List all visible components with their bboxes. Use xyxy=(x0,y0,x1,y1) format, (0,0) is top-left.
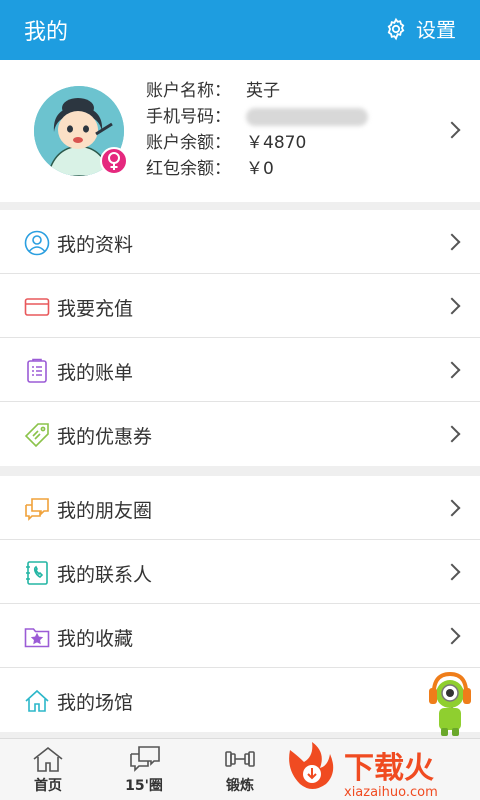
account-name-label: 账户名称： xyxy=(146,81,231,101)
page-title: 我的 xyxy=(24,20,69,45)
redpacket-row: 红包余额： ￥0 xyxy=(146,156,368,182)
female-icon xyxy=(108,152,120,170)
menu-item-contacts[interactable]: 我的联系人 xyxy=(0,540,480,604)
settings-label: 设置 xyxy=(416,18,456,42)
chat-icon xyxy=(130,746,160,772)
menu-item-profile[interactable]: 我的资料 xyxy=(0,210,480,274)
menu-item-venues[interactable]: 我的场馆 xyxy=(0,668,480,732)
menu-item-label: 我的收藏 xyxy=(57,628,134,650)
chevron-right-icon xyxy=(443,627,461,645)
card-icon xyxy=(24,298,50,316)
menu-item-favorites[interactable]: 我的收藏 xyxy=(0,604,480,668)
user-icon xyxy=(24,230,50,256)
menu-item-label: 我的账单 xyxy=(57,362,134,384)
tag-icon xyxy=(24,423,49,448)
chevron-right-icon xyxy=(443,499,461,517)
menu-item-recharge[interactable]: 我要充值 xyxy=(0,274,480,338)
account-name-value: 英子 xyxy=(246,81,280,101)
svg-text:下载火: 下载火 xyxy=(344,751,434,786)
menu-item-label: 我要充值 xyxy=(57,298,134,320)
chevron-right-icon xyxy=(443,361,461,379)
tab-circle[interactable]: 15'圈 xyxy=(96,739,192,800)
menu-item-label: 我的朋友圈 xyxy=(57,500,153,522)
dumbbell-icon xyxy=(225,751,255,767)
chevron-right-icon xyxy=(443,233,461,251)
chevron-right-icon xyxy=(443,425,461,443)
svg-text:xiazaihuo.com: xiazaihuo.com xyxy=(344,785,438,800)
chevron-right-icon xyxy=(443,297,461,315)
tab-label: 首页 xyxy=(34,778,62,794)
menu-item-label: 我的场馆 xyxy=(57,692,134,714)
balance-label: 账户余额： xyxy=(146,133,231,153)
menu-group-social: 我的朋友圈 我的联系人 我的收藏 我的场馆 xyxy=(0,476,480,732)
menu-item-bills[interactable]: 我的账单 xyxy=(0,338,480,402)
phone-value-blurred xyxy=(246,108,368,126)
home-icon xyxy=(33,746,63,772)
redpacket-label: 红包余额： xyxy=(146,159,231,179)
menu-item-label: 我的联系人 xyxy=(57,564,153,586)
profile-card[interactable]: 账户名称： 英子 手机号码： 账户余额： ￥4870 红包余额： ￥0 xyxy=(0,60,480,202)
contacts-icon xyxy=(26,561,48,585)
folder-star-icon xyxy=(24,628,50,648)
profile-info: 账户名称： 英子 手机号码： 账户余额： ￥4870 红包余额： ￥0 xyxy=(146,78,368,182)
tab-label: 锻炼 xyxy=(226,778,254,794)
tab-exercise[interactable]: 锻炼 xyxy=(192,739,288,800)
phone-row: 手机号码： xyxy=(146,104,368,130)
balance-row: 账户余额： ￥4870 xyxy=(146,130,368,156)
gear-icon xyxy=(387,17,405,40)
menu-item-coupons[interactable]: 我的优惠券 xyxy=(0,402,480,466)
female-gender-badge xyxy=(100,147,128,175)
account-name-row: 账户名称： 英子 xyxy=(146,78,368,104)
balance-value: ￥4870 xyxy=(246,133,307,153)
tab-label: 15'圈 xyxy=(125,778,163,794)
menu-item-moments[interactable]: 我的朋友圈 xyxy=(0,476,480,540)
settings-button[interactable]: 设置 xyxy=(384,14,456,43)
chat-icon xyxy=(25,498,49,521)
clipboard-icon xyxy=(27,358,47,383)
redpacket-value: ￥0 xyxy=(246,159,274,179)
phone-label: 手机号码： xyxy=(146,107,231,127)
chevron-right-icon xyxy=(443,563,461,581)
menu-group-account: 我的资料 我要充值 我的账单 我的优惠券 xyxy=(0,210,480,466)
mascot-icon xyxy=(429,671,471,736)
menu-item-label: 我的资料 xyxy=(57,234,134,256)
xiazaihuo-watermark-logo: 下载火 xiazaihuo.com xyxy=(289,742,438,800)
tab-home[interactable]: 首页 xyxy=(0,739,96,800)
chevron-right-icon xyxy=(443,121,461,139)
menu-item-label: 我的优惠券 xyxy=(57,426,153,448)
home-icon xyxy=(25,689,49,712)
top-bar: 我的 设置 xyxy=(0,0,480,60)
